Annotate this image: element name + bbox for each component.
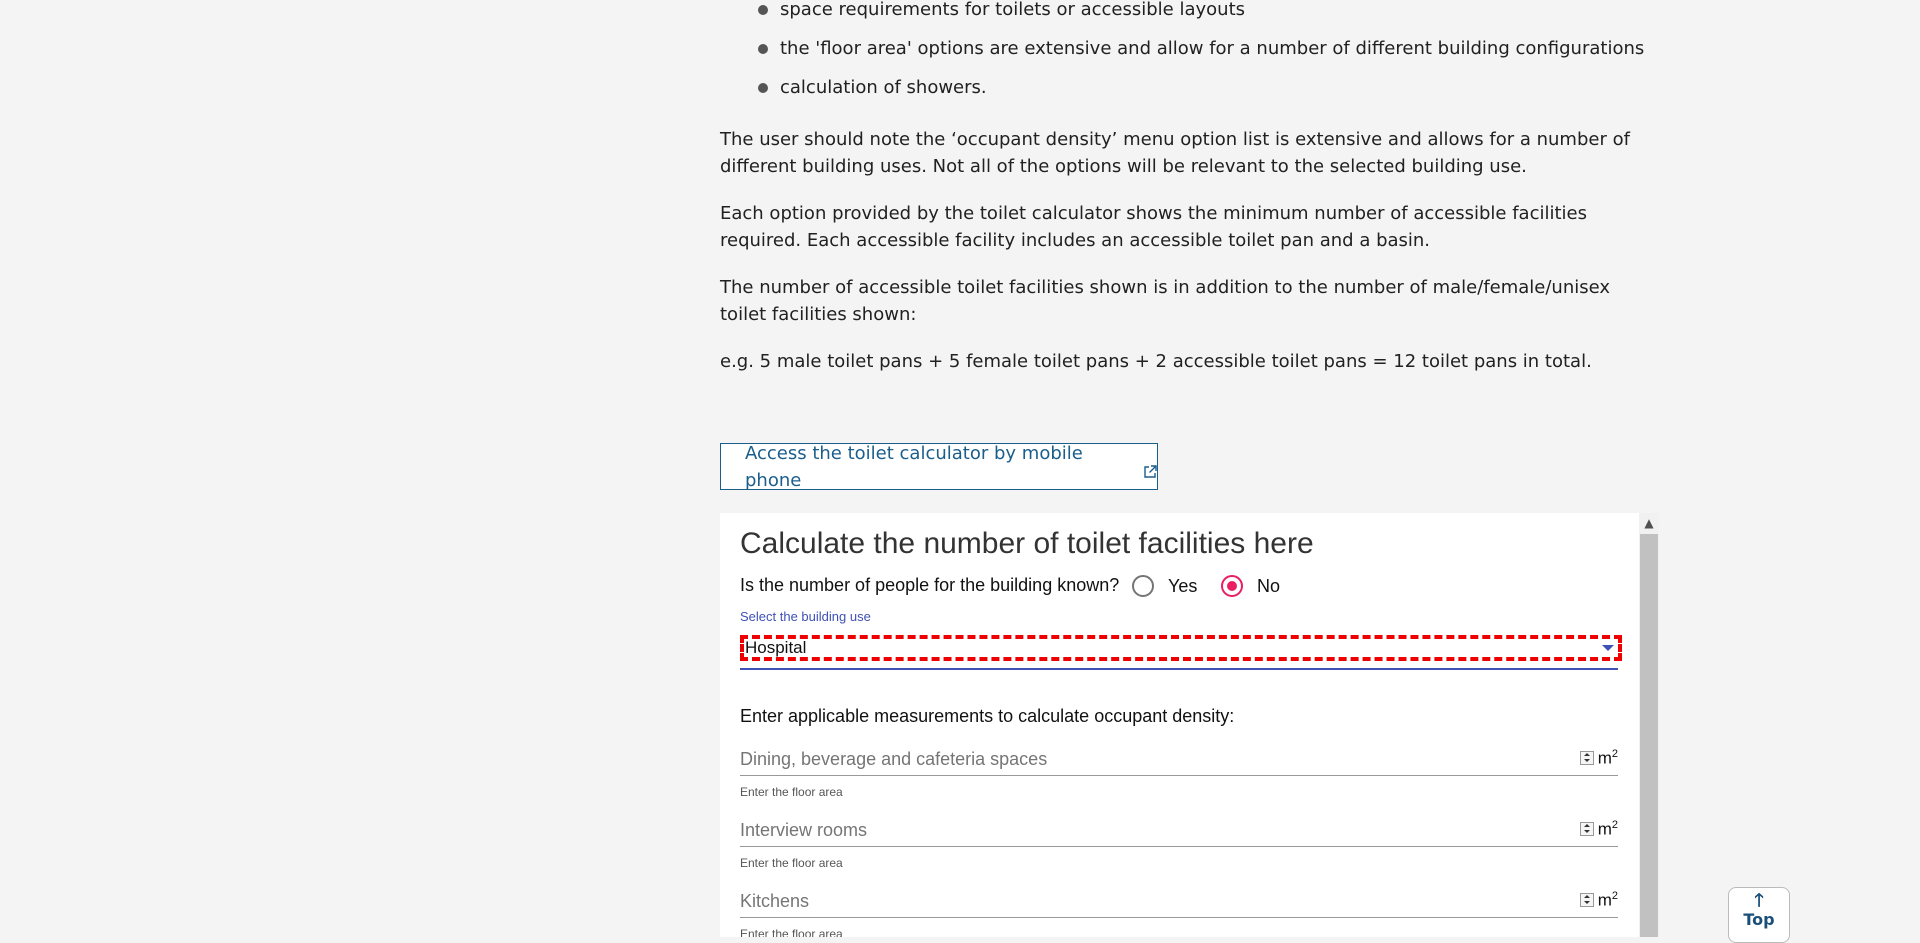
bullet-icon <box>758 5 768 15</box>
list-item-text: space requirements for toilets or access… <box>780 0 1246 20</box>
unit-label: m2 <box>1598 890 1618 911</box>
paragraph-accessible-facilities: Each option provided by the toilet calcu… <box>720 203 1587 251</box>
people-known-question: Is the number of people for the building… <box>740 575 1120 595</box>
number-stepper-icon[interactable] <box>1580 822 1594 836</box>
feature-list: space requirements for toilets or access… <box>720 0 1660 113</box>
calculator-title: Calculate the number of toilet facilitie… <box>740 527 1314 560</box>
radio-circle-selected-icon <box>1221 575 1243 597</box>
number-stepper-icon[interactable] <box>1580 751 1594 765</box>
bullet-icon <box>758 83 768 93</box>
radio-circle-icon <box>1132 575 1154 597</box>
building-use-label: Select the building use <box>740 609 871 624</box>
list-item: space requirements for toilets or access… <box>720 0 1660 35</box>
unit-label: m2 <box>1598 819 1618 840</box>
unit-text: m <box>1597 819 1612 839</box>
kitchens-field[interactable]: Kitchens m2 <box>740 885 1618 918</box>
list-item-text: calculation of showers. <box>780 77 987 98</box>
dining-area-field[interactable]: Dining, beverage and cafeteria spaces m2 <box>740 743 1618 776</box>
measurements-heading: Enter applicable measurements to calcula… <box>740 706 1235 726</box>
dropdown-arrow-icon <box>1602 645 1614 651</box>
unit-superscript: 2 <box>1611 819 1618 831</box>
scroll-up-icon[interactable]: ▲ <box>1639 513 1659 533</box>
mobile-calculator-link-label: Access the toilet calculator by mobile p… <box>745 442 1083 491</box>
arrow-up-icon: 🡑 <box>1754 890 1764 911</box>
list-item-text: the 'floor area' options are extensive a… <box>780 38 1645 59</box>
unit-text: m <box>1597 890 1612 910</box>
external-link-icon <box>1143 460 1157 478</box>
select-underline <box>740 668 1618 670</box>
paragraph-additional-facilities: The number of accessible toilet faciliti… <box>720 277 1611 325</box>
list-item: calculation of showers. <box>720 74 1660 113</box>
bullet-icon <box>758 44 768 54</box>
radio-yes[interactable]: Yes <box>1132 575 1197 597</box>
back-to-top-label: Top <box>1743 910 1775 929</box>
radio-no-label: No <box>1257 575 1281 596</box>
paragraph-occupant-density: The user should note the ‘occupant densi… <box>720 129 1630 177</box>
radio-no[interactable]: No <box>1221 575 1280 597</box>
building-use-select[interactable]: Hospital <box>740 635 1622 661</box>
building-use-value: Hospital <box>745 638 807 657</box>
kitchens-placeholder: Kitchens <box>740 891 810 911</box>
unit-text: m <box>1597 748 1612 768</box>
back-to-top-button[interactable]: 🡑 Top <box>1728 887 1790 943</box>
frame-scrollbar-thumb[interactable] <box>1640 534 1658 937</box>
list-item: the 'floor area' options are extensive a… <box>720 35 1660 74</box>
interview-rooms-placeholder: Interview rooms <box>740 820 868 840</box>
interview-rooms-field[interactable]: Interview rooms m2 <box>740 814 1618 847</box>
toilet-calculator-frame: Calculate the number of toilet facilitie… <box>720 513 1659 937</box>
number-stepper-icon[interactable] <box>1580 893 1594 907</box>
kitchens-hint: Enter the floor area <box>740 927 843 937</box>
unit-label: m2 <box>1598 748 1618 769</box>
paragraph-example: e.g. 5 male toilet pans + 5 female toile… <box>720 351 1592 372</box>
radio-yes-label: Yes <box>1168 575 1198 596</box>
unit-superscript: 2 <box>1611 748 1618 760</box>
interview-rooms-hint: Enter the floor area <box>740 856 843 870</box>
mobile-calculator-link[interactable]: Access the toilet calculator by mobile p… <box>720 443 1158 491</box>
dining-area-placeholder: Dining, beverage and cafeteria spaces <box>740 749 1048 769</box>
dining-area-hint: Enter the floor area <box>740 785 843 799</box>
unit-superscript: 2 <box>1611 890 1618 902</box>
